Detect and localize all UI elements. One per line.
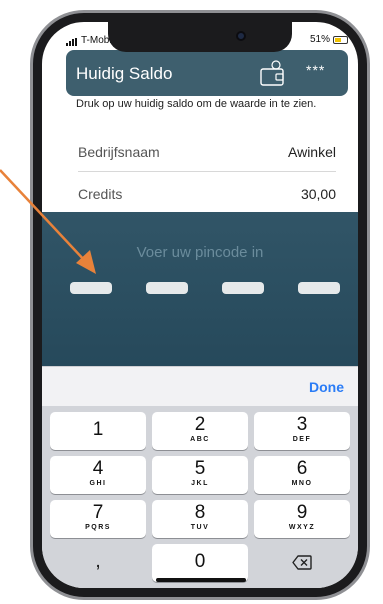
backspace-icon	[292, 555, 312, 570]
numeric-keypad: 1 2 ABC 3 DEF 4 GHI 5 JKL 6 MNO 7 PQRS 8 TUV 9W…	[42, 406, 358, 588]
key-digit: 0	[194, 551, 206, 572]
keyboard-toolbar: Done	[42, 366, 358, 406]
pin-prompt: Voer uw pincode in	[136, 244, 264, 261]
key-digit: 7	[92, 502, 104, 523]
key-letters: JKL	[191, 480, 209, 487]
key-letters: GHI	[89, 480, 107, 487]
company-value: Awinkel	[288, 144, 336, 160]
key-7[interactable]: 7 PQRS	[50, 500, 146, 538]
key-8[interactable]: 8 TUV	[152, 500, 248, 538]
key-4[interactable]: 4 GHI	[50, 456, 146, 494]
pin-entry-panel: Voer uw pincode in	[42, 212, 358, 366]
key-comma[interactable]: ,	[50, 544, 146, 582]
key-digit: ,	[95, 551, 101, 572]
wallet-icon	[260, 60, 284, 86]
credits-label: Credits	[78, 186, 123, 202]
credits-row: Credits 30,00	[78, 174, 336, 214]
key-digit: 1	[92, 419, 104, 440]
battery-icon	[333, 35, 348, 44]
key-letters: MNO	[291, 480, 313, 487]
key-1[interactable]: 1	[50, 412, 146, 450]
signal-icon	[66, 38, 77, 46]
credits-value: 30,00	[300, 186, 336, 202]
pin-digit-1[interactable]	[70, 282, 112, 294]
key-letters: TUV	[190, 524, 210, 531]
key-letters: DEF	[292, 436, 312, 443]
company-row: Bedrijfsnaam Awinkel	[78, 132, 336, 172]
key-digit: 4	[92, 458, 104, 479]
key-digit: 3	[296, 414, 308, 435]
key-letters: ABC	[190, 436, 210, 443]
key-0[interactable]: 0	[152, 544, 248, 582]
key-digit: 9	[296, 502, 308, 523]
key-digit: 8	[194, 502, 206, 523]
key-3[interactable]: 3 DEF	[254, 412, 350, 450]
phone-screen: T-Mobile NL 51% Huidig Saldo *** Druk op…	[42, 22, 358, 588]
battery-area: 51%	[310, 34, 348, 45]
key-6[interactable]: 6 MNO	[254, 456, 350, 494]
pin-digit-3[interactable]	[222, 282, 264, 294]
key-letters: WXYZ	[288, 524, 316, 531]
camera	[236, 31, 246, 41]
key-5[interactable]: 5 JKL	[152, 456, 248, 494]
battery-percent: 51%	[309, 34, 330, 45]
pin-digit-4[interactable]	[298, 282, 340, 294]
done-button[interactable]: Done	[309, 379, 344, 395]
balance-title: Huidig Saldo	[76, 64, 173, 83]
balance-value-masked[interactable]: ***	[306, 62, 325, 78]
key-delete[interactable]	[254, 544, 350, 582]
key-digit: 6	[296, 458, 308, 479]
company-label: Bedrijfsnaam	[78, 144, 160, 160]
key-digit: 2	[194, 414, 206, 435]
pin-digit-2[interactable]	[146, 282, 188, 294]
balance-hint: Druk op uw huidig saldo om de waarde in …	[76, 98, 317, 110]
key-letters: PQRS	[85, 524, 111, 531]
notch	[108, 22, 292, 52]
balance-header[interactable]: Huidig Saldo ***	[66, 50, 348, 96]
key-9[interactable]: 9 WXYZ	[254, 500, 350, 538]
home-indicator	[156, 578, 246, 582]
key-2[interactable]: 2 ABC	[152, 412, 248, 450]
key-digit: 5	[194, 458, 206, 479]
